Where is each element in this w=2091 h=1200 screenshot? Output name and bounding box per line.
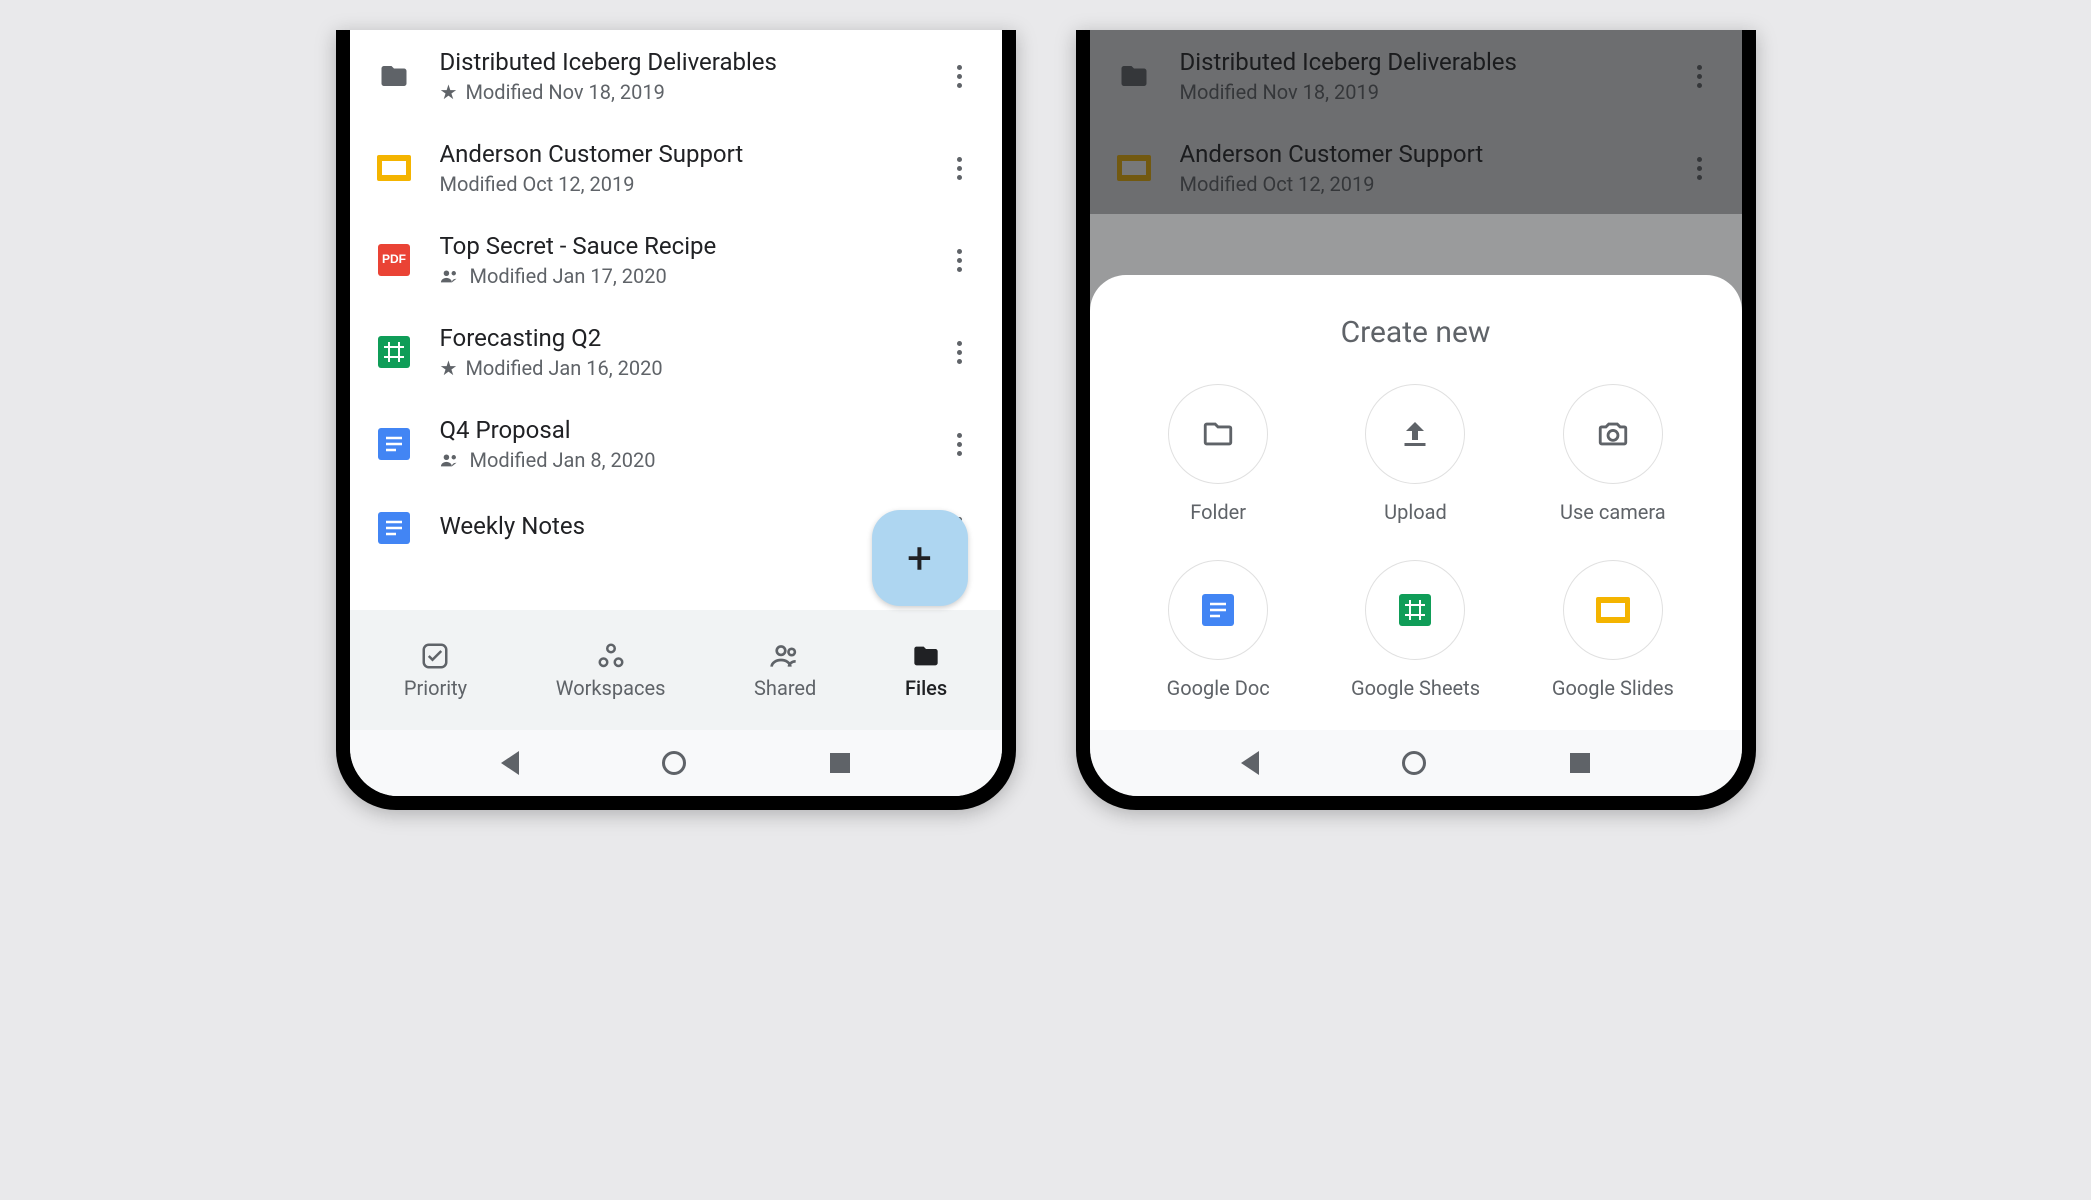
file-subtitle: ★Modified Jan 16, 2020 (440, 356, 916, 380)
home-icon[interactable] (662, 751, 686, 775)
shared-icon (769, 640, 801, 672)
docs-icon (374, 424, 414, 464)
file-title: Anderson Customer Support (440, 140, 916, 168)
file-title: Forecasting Q2 (440, 324, 916, 352)
create-slides[interactable]: Google Slides (1514, 560, 1711, 700)
nav-label: Shared (754, 676, 816, 700)
file-row[interactable]: Distributed Iceberg Deliverables ★Modifi… (350, 30, 1002, 122)
file-meta: Anderson Customer Support Modified Oct 1… (440, 140, 916, 196)
nav-label: Files (905, 676, 947, 700)
shared-icon (440, 448, 462, 472)
pdf-icon: PDF (374, 240, 414, 280)
file-subtitle: ★Modified Nov 18, 2019 (440, 80, 916, 104)
overflow-menu-icon[interactable] (942, 249, 978, 272)
create-folder-outline[interactable]: Folder (1120, 384, 1317, 524)
file-row[interactable]: PDF Top Secret - Sauce Recipe Modified J… (350, 214, 1002, 306)
upload-icon (1365, 384, 1465, 484)
nav-label: Priority (404, 676, 467, 700)
file-subtitle: Modified Jan 8, 2020 (440, 448, 916, 472)
home-icon[interactable] (1402, 751, 1426, 775)
bottom-nav: Priority Workspaces Shared Files (350, 610, 1002, 730)
file-title: Q4 Proposal (440, 416, 916, 444)
create-item-label: Folder (1190, 500, 1246, 524)
svg-text:PDF: PDF (382, 252, 406, 266)
slides-icon (1563, 560, 1663, 660)
file-meta: Forecasting Q2 ★Modified Jan 16, 2020 (440, 324, 916, 380)
file-row[interactable]: Anderson Customer Support Modified Oct 1… (350, 122, 1002, 214)
phone-files-view: Distributed Iceberg Deliverables ★Modifi… (336, 30, 1016, 810)
priority-icon (419, 640, 451, 672)
nav-shared[interactable]: Shared (754, 640, 816, 700)
file-meta: Distributed Iceberg Deliverables ★Modifi… (440, 48, 916, 104)
android-nav-bar (350, 730, 1002, 796)
android-nav-bar (1090, 730, 1742, 796)
recent-icon[interactable] (1570, 753, 1590, 773)
file-subtitle: Modified Jan 17, 2020 (440, 264, 916, 288)
create-upload[interactable]: Upload (1317, 384, 1514, 524)
file-row[interactable]: Q4 Proposal Modified Jan 8, 2020 (350, 398, 1002, 490)
overflow-menu-icon[interactable] (942, 157, 978, 180)
back-icon[interactable] (501, 751, 519, 775)
slides-icon (374, 148, 414, 188)
sheet-grid: Folder Upload Use camera Google Doc Goog… (1120, 384, 1712, 700)
sheets-icon (1365, 560, 1465, 660)
nav-priority[interactable]: Priority (404, 640, 467, 700)
create-item-label: Google Sheets (1351, 676, 1480, 700)
camera-icon (1563, 384, 1663, 484)
file-meta: Q4 Proposal Modified Jan 8, 2020 (440, 416, 916, 472)
overflow-menu-icon[interactable] (942, 433, 978, 456)
docs-icon (1168, 560, 1268, 660)
fab-create[interactable]: + (872, 510, 968, 606)
create-item-label: Google Slides (1552, 676, 1674, 700)
nav-label: Workspaces (556, 676, 666, 700)
recent-icon[interactable] (830, 753, 850, 773)
file-meta: Top Secret - Sauce Recipe Modified Jan 1… (440, 232, 916, 288)
nav-files[interactable]: Files (905, 640, 947, 700)
workspaces-icon (595, 640, 627, 672)
docs-icon (374, 508, 414, 548)
star-icon: ★ (440, 80, 458, 104)
file-subtitle: Modified Oct 12, 2019 (440, 172, 916, 196)
star-icon: ★ (440, 356, 458, 380)
file-row[interactable]: Forecasting Q2 ★Modified Jan 16, 2020 (350, 306, 1002, 398)
folder-dark-icon (374, 56, 414, 96)
file-title: Distributed Iceberg Deliverables (440, 48, 916, 76)
create-new-sheet: Create new Folder Upload Use camera Goog… (1090, 275, 1742, 730)
file-meta: Weekly Notes (440, 512, 916, 544)
sheet-title: Create new (1120, 315, 1712, 350)
shared-icon (440, 264, 462, 288)
create-docs[interactable]: Google Doc (1120, 560, 1317, 700)
screen: Distributed Iceberg Deliverables Modifie… (1090, 30, 1742, 796)
plus-icon: + (907, 532, 932, 584)
sheets-icon (374, 332, 414, 372)
overflow-menu-icon[interactable] (942, 65, 978, 88)
create-item-label: Use camera (1560, 500, 1666, 524)
overflow-menu-icon[interactable] (942, 341, 978, 364)
screen: Distributed Iceberg Deliverables ★Modifi… (350, 30, 1002, 796)
create-sheets[interactable]: Google Sheets (1317, 560, 1514, 700)
nav-workspaces[interactable]: Workspaces (556, 640, 666, 700)
create-camera[interactable]: Use camera (1514, 384, 1711, 524)
create-item-label: Google Doc (1167, 676, 1270, 700)
file-title: Top Secret - Sauce Recipe (440, 232, 916, 260)
file-title: Weekly Notes (440, 512, 916, 540)
folder-outline-icon (1168, 384, 1268, 484)
files-icon (910, 640, 942, 672)
phone-create-sheet-view: Distributed Iceberg Deliverables Modifie… (1076, 30, 1756, 810)
create-item-label: Upload (1384, 500, 1447, 524)
back-icon[interactable] (1241, 751, 1259, 775)
